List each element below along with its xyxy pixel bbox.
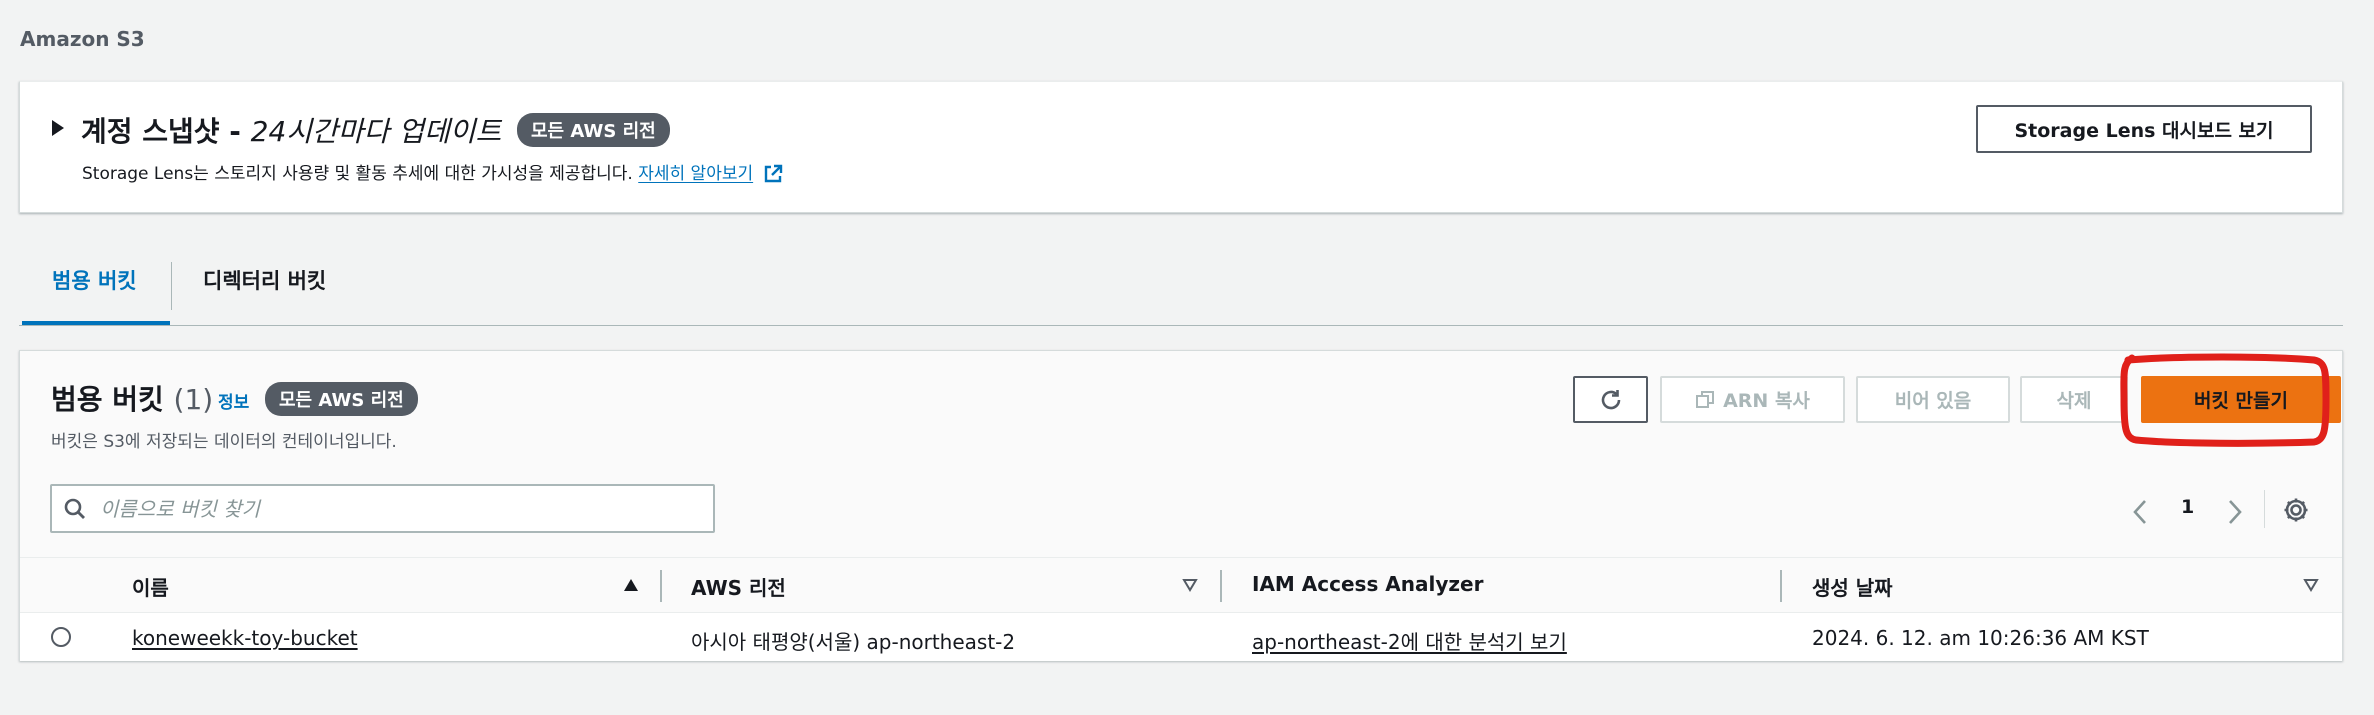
snapshot-title[interactable]: 계정 스냅샷 - 24시간마다 업데이트	[81, 110, 501, 150]
next-page-icon[interactable]	[2227, 499, 2243, 525]
column-resizer[interactable]	[660, 570, 662, 602]
column-header-creation-date[interactable]: 생성 날짜	[1812, 572, 1893, 601]
external-link-icon[interactable]	[763, 164, 783, 184]
sort-icon[interactable]	[2303, 578, 2319, 592]
bucket-count: (1)	[173, 383, 214, 416]
sort-ascending-icon[interactable]	[623, 578, 639, 592]
empty-bucket-button[interactable]: 비어 있음	[1856, 376, 2010, 423]
region-badge: 모든 AWS 리전	[265, 382, 418, 416]
table-row[interactable]: koneweekk-toy-bucket 아시아 태평양(서울) ap-nort…	[20, 613, 2342, 661]
region-badge: 모든 AWS 리전	[517, 113, 670, 147]
sort-icon[interactable]	[1182, 578, 1198, 592]
column-header-name[interactable]: 이름	[132, 572, 169, 601]
snapshot-title-main: 계정 스냅샷 -	[81, 115, 251, 148]
account-snapshot-panel: 계정 스냅샷 - 24시간마다 업데이트 모든 AWS 리전 Storage L…	[19, 81, 2343, 213]
tab-general-purpose-buckets[interactable]: 범용 버킷	[52, 265, 137, 295]
view-storage-lens-dashboard-button[interactable]: Storage Lens 대시보드 보기	[1976, 105, 2312, 153]
gear-icon[interactable]	[2282, 496, 2310, 524]
expand-caret-icon[interactable]	[52, 120, 64, 136]
copy-icon	[1696, 390, 1715, 408]
column-resizer[interactable]	[1220, 570, 1222, 602]
pager-divider	[2264, 490, 2265, 528]
column-header-region[interactable]: AWS 리전	[691, 572, 786, 601]
create-bucket-button[interactable]: 버킷 만들기	[2141, 376, 2341, 423]
snapshot-description: Storage Lens는 스토리지 사용량 및 활동 추세에 대한 가시성을 …	[82, 159, 783, 184]
bucket-search-input[interactable]	[100, 496, 680, 521]
search-icon	[64, 498, 85, 519]
bucket-search-field[interactable]	[50, 484, 715, 533]
refresh-button[interactable]	[1573, 376, 1648, 423]
buckets-title: 범용 버킷 (1)	[51, 378, 213, 418]
breadcrumb[interactable]: Amazon S3	[20, 27, 145, 51]
previous-page-icon[interactable]	[2132, 499, 2148, 525]
buckets-title-text: 범용 버킷	[51, 383, 164, 416]
bucket-creation-date: 2024. 6. 12. am 10:26:36 AM KST	[1812, 626, 2149, 650]
learn-more-link[interactable]: 자세히 알아보기	[638, 164, 753, 184]
view-analyzer-link[interactable]: ap-northeast-2에 대한 분석기 보기	[1252, 626, 1567, 655]
tab-directory-buckets[interactable]: 디렉터리 버킷	[203, 265, 326, 295]
bucket-name-link[interactable]: koneweekk-toy-bucket	[132, 626, 358, 650]
snapshot-description-text: Storage Lens는 스토리지 사용량 및 활동 추세에 대한 가시성을 …	[82, 164, 633, 184]
copy-arn-button[interactable]: ARN 복사	[1660, 376, 1845, 423]
current-page-number[interactable]: 1	[2181, 496, 2194, 518]
tabs-baseline	[19, 325, 2343, 326]
buckets-panel: 범용 버킷 (1) 정보 모든 AWS 리전 버킷은 S3에 저장되는 데이터의…	[19, 350, 2343, 661]
column-resizer[interactable]	[1780, 570, 1782, 602]
buckets-description: 버킷은 S3에 저장되는 데이터의 컨테이너입니다.	[51, 432, 397, 452]
bucket-region: 아시아 태평양(서울) ap-northeast-2	[691, 630, 1016, 654]
row-select-radio[interactable]	[51, 627, 71, 647]
table-header: 이름 AWS 리전 IAM Access Analyzer 생성 날짜	[20, 557, 2342, 613]
copy-arn-label: ARN 복사	[1723, 390, 1810, 412]
column-header-access-analyzer[interactable]: IAM Access Analyzer	[1252, 572, 1483, 596]
snapshot-title-subtitle: 24시간마다 업데이트	[250, 115, 502, 148]
info-link[interactable]: 정보	[218, 388, 249, 413]
refresh-icon	[1601, 389, 1620, 409]
tab-divider	[171, 262, 172, 310]
delete-bucket-button[interactable]: 삭제	[2020, 376, 2128, 423]
